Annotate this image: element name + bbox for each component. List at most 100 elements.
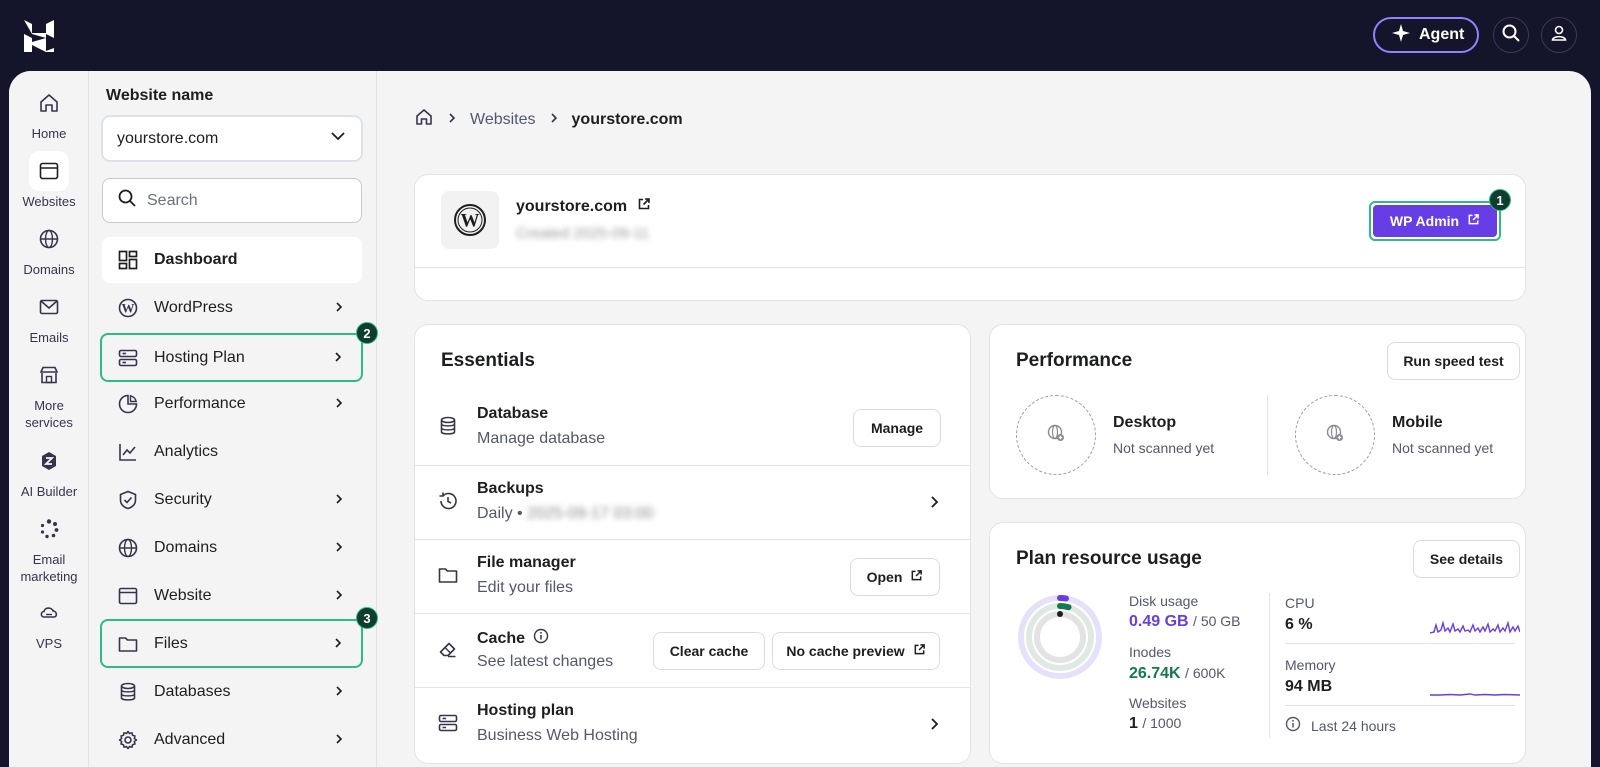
manage-database-button[interactable]: Manage bbox=[853, 409, 941, 447]
envelope-icon bbox=[29, 287, 69, 327]
wp-admin-button[interactable]: WP Admin bbox=[1369, 201, 1501, 241]
chevron-right-icon bbox=[332, 540, 346, 559]
rail-item-vps[interactable]: VPS bbox=[9, 593, 89, 652]
rail-item-more-services[interactable]: More services bbox=[9, 355, 89, 431]
chevron-right-icon bbox=[332, 588, 346, 607]
rail-item-websites[interactable]: Websites bbox=[9, 151, 89, 210]
run-speed-test-button[interactable]: Run speed test bbox=[1387, 342, 1520, 380]
sidebar-item-advanced[interactable]: Advanced bbox=[102, 717, 362, 763]
cpu-value: 6 % bbox=[1285, 616, 1313, 633]
row-subtitle: Manage database bbox=[477, 430, 606, 447]
inodes-value: 26.74K / 600K bbox=[1129, 665, 1226, 682]
rail-item-emails[interactable]: Emails bbox=[9, 287, 89, 346]
memory-label: Memory bbox=[1285, 657, 1336, 673]
desktop-title: Desktop bbox=[1113, 414, 1177, 431]
database-icon bbox=[116, 680, 140, 704]
clear-cache-button[interactable]: Clear cache bbox=[653, 632, 765, 670]
button-label: Clear cache bbox=[669, 643, 749, 659]
sidebar-item-domains[interactable]: Domains bbox=[102, 525, 362, 571]
sparkle-icon bbox=[1391, 23, 1411, 48]
breadcrumb-current: yourstore.com bbox=[571, 110, 683, 128]
server-icon bbox=[116, 346, 140, 370]
rail-label: Websites bbox=[22, 194, 76, 209]
history-icon bbox=[437, 490, 461, 514]
sidebar-item-files[interactable]: Files bbox=[100, 619, 363, 668]
row-subtitle: Daily • 2025-09-17 03:00 bbox=[477, 505, 653, 523]
row-title: File manager bbox=[477, 554, 576, 571]
sidebar-item-website[interactable]: Website bbox=[102, 573, 362, 619]
line-chart-icon bbox=[116, 440, 140, 464]
search-button[interactable] bbox=[1493, 17, 1529, 53]
search-icon bbox=[117, 188, 137, 213]
breadcrumb-websites[interactable]: Websites bbox=[470, 111, 536, 129]
websites-value: 1 / 1000 bbox=[1129, 715, 1182, 732]
performance-title: Performance bbox=[1016, 350, 1133, 371]
plan-usage-title: Plan resource usage bbox=[1016, 548, 1202, 569]
home-icon[interactable] bbox=[414, 107, 434, 132]
sidebar-item-hosting-plan[interactable]: Hosting Plan bbox=[100, 333, 363, 382]
open-file-manager-button[interactable]: Open bbox=[850, 558, 940, 596]
essentials-row-hosting-plan[interactable]: Hosting plan Business Web Hosting bbox=[415, 687, 970, 761]
step-badge: 3 bbox=[356, 607, 378, 629]
site-created-date: Created 2025-09-11 bbox=[516, 225, 650, 242]
row-subtitle: Business Web Hosting bbox=[477, 727, 638, 744]
sidebar-item-analytics[interactable]: Analytics bbox=[102, 429, 362, 475]
home-icon bbox=[29, 83, 69, 123]
rail-item-ai-builder[interactable]: AI Builder bbox=[9, 441, 89, 500]
agent-button[interactable]: Agent bbox=[1373, 17, 1479, 53]
chevron-right-icon bbox=[926, 716, 942, 737]
essentials-row-backups[interactable]: Backups Daily • 2025-09-17 03:00 bbox=[415, 465, 970, 539]
sidebar-item-performance[interactable]: Performance bbox=[102, 381, 362, 427]
server-icon bbox=[437, 712, 461, 736]
rail-item-home[interactable]: Home bbox=[9, 83, 89, 142]
performance-card: Performance Run speed test Desktop Not s… bbox=[989, 324, 1526, 499]
globe-add-icon bbox=[1046, 423, 1066, 448]
site-name: yourstore.com bbox=[516, 197, 628, 215]
sidebar-item-label: Advanced bbox=[154, 731, 226, 748]
see-details-button[interactable]: See details bbox=[1413, 540, 1520, 578]
search-icon bbox=[1501, 23, 1521, 48]
mobile-title: Mobile bbox=[1392, 414, 1443, 431]
plan-resource-usage-card: Plan resource usage See details Disk usa… bbox=[989, 522, 1526, 764]
memory-sparkline bbox=[1430, 693, 1520, 696]
sidebar-item-dashboard[interactable]: Dashboard bbox=[102, 237, 362, 283]
memory-value: 94 MB bbox=[1285, 678, 1333, 695]
rail-item-domains[interactable]: Domains bbox=[9, 219, 89, 278]
disk-usage-label: Disk usage bbox=[1129, 593, 1199, 609]
no-cache-preview-button[interactable]: No cache preview bbox=[772, 632, 940, 670]
loader-dots-icon bbox=[29, 509, 69, 549]
sidebar-item-wordpress[interactable]: W WordPress bbox=[102, 285, 362, 331]
sidebar-item-databases[interactable]: Databases bbox=[102, 669, 362, 715]
essentials-row-database: Database Manage database Manage bbox=[415, 391, 970, 465]
info-icon[interactable] bbox=[533, 628, 549, 649]
wp-admin-label: WP Admin bbox=[1389, 213, 1460, 229]
rail-item-email-marketing[interactable]: Email marketing bbox=[9, 509, 89, 585]
sidebar-search-input[interactable]: Search bbox=[102, 178, 362, 223]
rail-label: Domains bbox=[23, 262, 75, 277]
websites-usage-dot bbox=[1057, 611, 1063, 617]
pie-chart-icon bbox=[116, 392, 140, 416]
button-label: Run speed test bbox=[1403, 353, 1504, 369]
user-icon bbox=[1550, 24, 1568, 47]
chevron-right-icon bbox=[332, 684, 346, 703]
external-link-icon bbox=[910, 569, 923, 585]
essentials-row-cache: Cache See latest changes Clear cache No … bbox=[415, 613, 970, 687]
svg-text:W: W bbox=[122, 301, 135, 316]
inodes-label: Inodes bbox=[1129, 644, 1172, 660]
hostinger-logo[interactable] bbox=[22, 18, 56, 54]
external-link-icon bbox=[637, 197, 651, 216]
account-button[interactable] bbox=[1541, 17, 1577, 53]
sidebar-item-security[interactable]: Security bbox=[102, 477, 362, 523]
chevron-down-icon bbox=[329, 127, 347, 150]
chevron-right-icon bbox=[548, 111, 560, 129]
row-subtitle: Edit your files bbox=[477, 579, 574, 596]
app-frame: Home Websites Domains Emails More servic… bbox=[9, 71, 1591, 767]
site-name-link[interactable]: yourstore.com bbox=[516, 197, 651, 216]
row-title: Hosting plan bbox=[477, 702, 574, 719]
main-content: Websites yourstore.com W yourstore.com C… bbox=[378, 71, 1591, 767]
website-select[interactable]: yourstore.com bbox=[102, 116, 362, 161]
website-header-card: W yourstore.com Created 2025-09-11 WP Ad… bbox=[414, 174, 1526, 301]
browser-window-icon bbox=[116, 584, 140, 608]
cloud-server-icon bbox=[29, 593, 69, 633]
globe-add-icon bbox=[1325, 423, 1345, 448]
